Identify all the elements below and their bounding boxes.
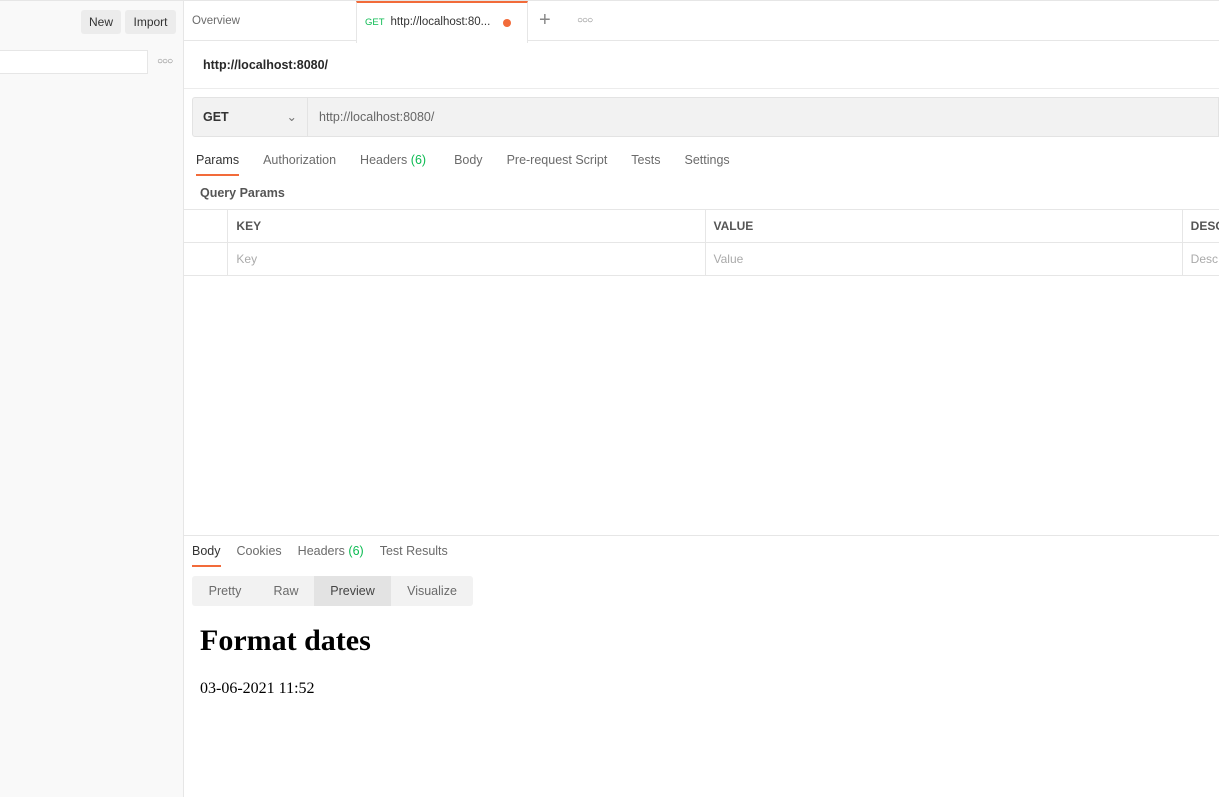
tab-label: http://localhost:80... (390, 16, 491, 28)
tab-bar: Overview GET http://localhost:80... + ○○○ (184, 0, 1219, 43)
tab-tests[interactable]: Tests (631, 153, 660, 176)
response-mode-selector: Pretty Raw Preview Visualize (192, 576, 473, 606)
response-tabs: Body Cookies Headers (6) Test Results (192, 544, 472, 567)
mode-visualize[interactable]: Visualize (391, 576, 473, 606)
column-header-value: VALUE (704, 209, 1183, 243)
url-bar: GET ⌄ http://localhost:8080/ (192, 97, 1219, 137)
tab-body[interactable]: Body (454, 153, 483, 176)
table-row: Key Value Desc (184, 242, 1219, 276)
response-divider[interactable] (184, 535, 1219, 536)
tab-label: Overview (192, 15, 240, 27)
request-title[interactable]: http://localhost:8080/ (203, 58, 328, 72)
column-header-description: DESC (1181, 209, 1219, 243)
method-badge: GET (365, 17, 385, 28)
response-preview: Format dates 03-06-2021 11:52 (200, 624, 371, 698)
sidebar: New Import ○○○ (0, 0, 184, 797)
checkbox-cell (184, 209, 228, 243)
tab-cookies[interactable]: Cookies (237, 544, 282, 567)
tab-headers[interactable]: Headers (6) (360, 153, 426, 176)
table-header-row: KEY VALUE DESC (184, 209, 1219, 243)
tab-response-headers[interactable]: Headers (6) (298, 544, 364, 567)
value-input[interactable]: Value (704, 242, 1183, 276)
count-badge: (6) (410, 153, 427, 167)
chevron-down-icon: ⌄ (286, 110, 297, 124)
mode-raw[interactable]: Raw (258, 576, 314, 606)
tab-settings[interactable]: Settings (684, 153, 729, 176)
tab-params[interactable]: Params (196, 153, 240, 176)
import-button[interactable]: Import (125, 10, 176, 34)
key-input[interactable]: Key (227, 242, 706, 276)
tab-label: Headers (297, 544, 345, 558)
more-horizontal-icon[interactable]: ○○○ (577, 15, 593, 26)
tab-overview[interactable]: Overview (184, 1, 356, 42)
method-value: GET (203, 110, 229, 124)
tab-test-results[interactable]: Test Results (380, 544, 448, 567)
unsaved-dot-icon (503, 19, 511, 27)
tab-authorization[interactable]: Authorization (263, 153, 336, 176)
tab-response-body[interactable]: Body (192, 544, 221, 567)
tab-request[interactable]: GET http://localhost:80... (356, 1, 528, 43)
query-params-title: Query Params (200, 186, 285, 200)
url-input[interactable]: http://localhost:8080/ (319, 98, 434, 136)
preview-text: 03-06-2021 11:52 (200, 680, 315, 697)
preview-heading: Format dates (200, 624, 371, 657)
tab-label: Headers (360, 153, 408, 167)
description-input[interactable]: Desc (1181, 242, 1219, 276)
divider (184, 88, 1219, 89)
query-params-table: KEY VALUE DESC Key Value Desc (184, 209, 1219, 276)
more-horizontal-icon[interactable]: ○○○ (157, 56, 173, 67)
mode-pretty[interactable]: Pretty (192, 576, 258, 606)
new-button[interactable]: New (81, 10, 121, 34)
mode-preview[interactable]: Preview (314, 576, 391, 606)
checkbox-cell[interactable] (184, 242, 228, 276)
plus-icon[interactable]: + (539, 9, 551, 32)
count-badge: (6) (348, 544, 364, 558)
column-header-key: KEY (227, 209, 706, 243)
tab-pre-request-script[interactable]: Pre-request Script (507, 153, 608, 176)
method-select[interactable]: GET ⌄ (193, 98, 308, 136)
request-tabs: Params Authorization Headers (6) Body Pr… (196, 153, 754, 176)
sidebar-search-input[interactable] (0, 50, 148, 74)
